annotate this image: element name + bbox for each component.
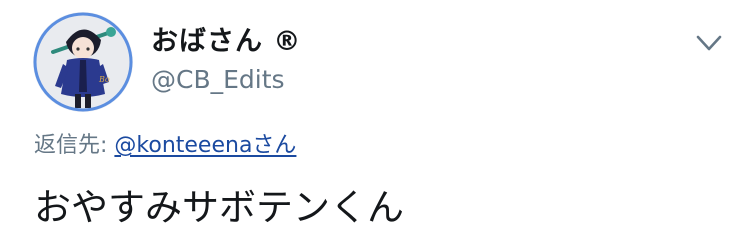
reply-context: 返信先: @konteeenaさん	[34, 129, 296, 163]
character-avatar-icon: Bo	[33, 12, 133, 112]
tweet-menu-button[interactable]	[692, 28, 726, 58]
tweet: Bo おばさん ® @CB_Edits 返信先: @konteeenaさん おや…	[0, 0, 749, 249]
display-name[interactable]: おばさん ®	[151, 22, 301, 62]
svg-text:Bo: Bo	[98, 75, 110, 84]
reply-prefix: 返信先:	[34, 133, 115, 158]
reply-to-link[interactable]: @konteeenaさん	[114, 133, 296, 158]
chevron-down-icon	[696, 35, 722, 51]
user-handle[interactable]: @CB_Edits	[151, 62, 285, 98]
avatar[interactable]: Bo	[33, 12, 133, 112]
tweet-text: おやすみサボテンくん	[34, 186, 404, 229]
